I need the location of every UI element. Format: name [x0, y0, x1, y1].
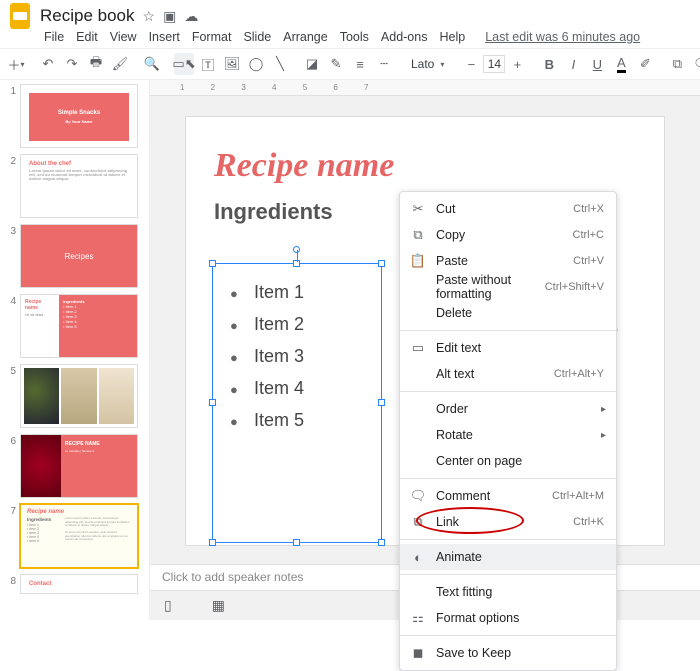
ctx-format-options[interactable]: ⚏Format options: [400, 605, 616, 631]
filmstrip-panel: 1 Simple SnacksBy Your Name 2 About the …: [0, 80, 150, 620]
undo-button[interactable]: ↶: [38, 53, 58, 75]
handle-s[interactable]: [293, 539, 300, 546]
list-item[interactable]: Item 4: [230, 373, 304, 405]
cut-icon: ✂: [410, 201, 426, 217]
menu-help[interactable]: Help: [439, 30, 465, 44]
border-weight-button[interactable]: ≡: [350, 53, 370, 75]
slides-logo[interactable]: [10, 3, 30, 29]
image-button[interactable]: 🖼: [222, 53, 242, 75]
bold-button[interactable]: B: [539, 53, 559, 75]
menu-file[interactable]: File: [44, 30, 64, 44]
textbox-button[interactable]: 🅃: [198, 53, 218, 75]
slide-title[interactable]: Recipe name: [214, 147, 636, 185]
select-tool[interactable]: ▭⬉: [174, 53, 194, 75]
format-icon: ⚏: [410, 610, 426, 626]
list-item[interactable]: Item 5: [230, 405, 304, 437]
print-button[interactable]: 🖶: [86, 53, 106, 75]
ctx-delete[interactable]: Delete: [400, 300, 616, 326]
thumb-8[interactable]: Contact: [20, 574, 138, 594]
handle-nw[interactable]: [209, 260, 216, 267]
ctx-copy[interactable]: ⧉CopyCtrl+C: [400, 222, 616, 248]
paint-format-button[interactable]: 🖌: [110, 53, 130, 75]
handle-sw[interactable]: [209, 539, 216, 546]
toolbar: ＋▾ ↶ ↷ 🖶 🖌 🔍 ▭⬉ 🅃 🖼 ◯ ╲ ◪ ✎ ≡ ┄ Lato▾ − …: [0, 48, 700, 80]
ctx-text-fitting[interactable]: Text fitting: [400, 579, 616, 605]
thumb-1[interactable]: Simple SnacksBy Your Name: [20, 84, 138, 148]
line-button[interactable]: ╲: [270, 53, 290, 75]
menu-view[interactable]: View: [110, 30, 137, 44]
ctx-comment[interactable]: 🗨CommentCtrl+Alt+M: [400, 483, 616, 509]
list-item[interactable]: Item 1: [230, 277, 304, 309]
ctx-save-to-keep[interactable]: ◼Save to Keep: [400, 640, 616, 666]
highlight-button[interactable]: ✐: [635, 53, 655, 75]
zoom-button[interactable]: 🔍: [142, 53, 162, 75]
ctx-cut[interactable]: ✂CutCtrl+X: [400, 196, 616, 222]
handle-ne[interactable]: [378, 260, 385, 267]
font-family-select[interactable]: Lato▾: [406, 54, 449, 74]
font-size-input[interactable]: 14: [483, 55, 505, 73]
thumb-7[interactable]: Recipe name Ingredients• Item 1• Item 2•…: [20, 504, 138, 568]
underline-button[interactable]: U: [587, 53, 607, 75]
filmstrip-view-icon[interactable]: ▯: [164, 597, 172, 614]
ctx-paste-plain[interactable]: Paste without formattingCtrl+Shift+V: [400, 274, 616, 300]
menu-format[interactable]: Format: [192, 30, 232, 44]
new-slide-button[interactable]: ＋▾: [6, 53, 26, 75]
thumb-3[interactable]: Recipes: [20, 224, 138, 288]
list-item[interactable]: Item 2: [230, 309, 304, 341]
link-icon: ⧉: [410, 514, 426, 530]
ruler: 1 2 3 4 5 6 7: [150, 80, 700, 96]
ctx-link[interactable]: ⧉LinkCtrl+K: [400, 509, 616, 535]
last-edit-link[interactable]: Last edit was 6 minutes ago: [485, 30, 640, 44]
thumb-4[interactable]: Recipe name⬩⬩⬩ or less Ingredients• Item…: [20, 294, 138, 358]
insert-link-button[interactable]: ⧉: [667, 53, 687, 75]
handle-se[interactable]: [378, 539, 385, 546]
menu-tools[interactable]: Tools: [340, 30, 369, 44]
ctx-rotate[interactable]: Rotate: [400, 422, 616, 448]
decrease-font-size[interactable]: −: [461, 53, 481, 75]
move-icon[interactable]: ▣: [163, 8, 176, 25]
ctx-edit-text[interactable]: ▭Edit text: [400, 335, 616, 361]
menu-addons[interactable]: Add-ons: [381, 30, 428, 44]
menu-slide[interactable]: Slide: [243, 30, 271, 44]
ctx-center[interactable]: Center on page: [400, 448, 616, 474]
thumb-5[interactable]: [20, 364, 138, 428]
ctx-order[interactable]: Order: [400, 396, 616, 422]
document-title[interactable]: Recipe book: [40, 6, 141, 26]
comment-icon: 🗨: [410, 488, 426, 504]
keep-icon: ◼: [410, 645, 426, 661]
border-color-button[interactable]: ✎: [326, 53, 346, 75]
ctx-paste[interactable]: 📋PasteCtrl+V: [400, 248, 616, 274]
shape-button[interactable]: ◯: [246, 53, 266, 75]
fill-color-button[interactable]: ◪: [302, 53, 322, 75]
edit-icon: ▭: [410, 340, 426, 356]
menu-edit[interactable]: Edit: [76, 30, 98, 44]
list-item[interactable]: Item 3: [230, 341, 304, 373]
handle-e[interactable]: [378, 399, 385, 406]
italic-button[interactable]: I: [563, 53, 583, 75]
star-icon[interactable]: ☆: [143, 8, 156, 25]
menu-insert[interactable]: Insert: [149, 30, 180, 44]
redo-button[interactable]: ↷: [62, 53, 82, 75]
thumb-2[interactable]: About the chefLorem ipsum dolor sit amet…: [20, 154, 138, 218]
items-list[interactable]: Item 1 Item 2 Item 3 Item 4 Item 5: [230, 277, 304, 437]
grid-view-icon[interactable]: ▦: [212, 597, 225, 614]
text-color-button[interactable]: A: [611, 53, 631, 75]
ctx-animate[interactable]: ◐Animate: [400, 544, 616, 570]
paste-icon: 📋: [410, 253, 426, 269]
animate-icon: ◐: [410, 550, 426, 565]
copy-icon: ⧉: [410, 227, 426, 243]
menu-bar: File Edit View Insert Format Slide Arran…: [0, 26, 700, 48]
cloud-icon[interactable]: ☁: [184, 8, 198, 25]
menu-arrange[interactable]: Arrange: [283, 30, 327, 44]
comment-button[interactable]: 🗨: [691, 53, 700, 75]
handle-w[interactable]: [209, 399, 216, 406]
border-dash-button[interactable]: ┄: [374, 53, 394, 75]
increase-font-size[interactable]: +: [507, 53, 527, 75]
ctx-alt-text[interactable]: Alt textCtrl+Alt+Y: [400, 361, 616, 387]
thumb-6[interactable]: RECIPE NAME⬩⬩⬩ minutes | Serves ⬩⬩: [20, 434, 138, 498]
context-menu: ✂CutCtrl+X ⧉CopyCtrl+C 📋PasteCtrl+V Past…: [399, 191, 617, 671]
